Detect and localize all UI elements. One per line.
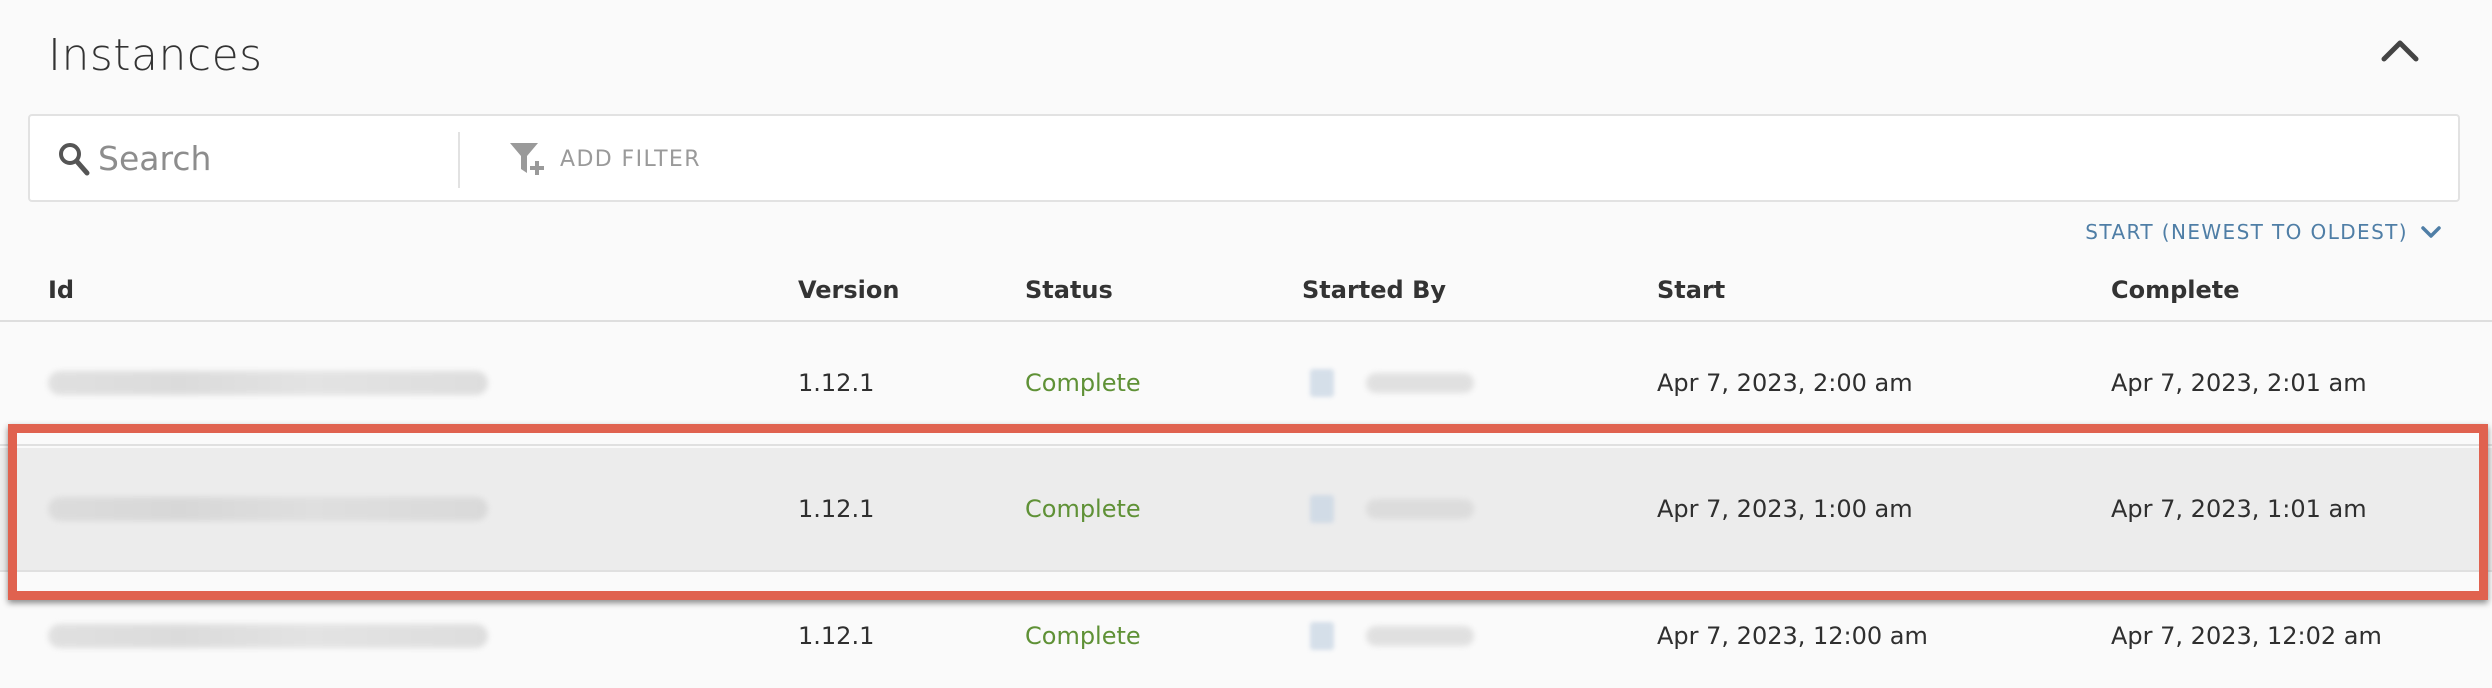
complete-cell: Apr 7, 2023, 12:02 am [2111, 622, 2382, 650]
complete-cell: Apr 7, 2023, 1:01 am [2111, 495, 2367, 523]
started-by-redacted [1366, 626, 1474, 646]
complete-cell: Apr 7, 2023, 2:01 am [2111, 369, 2367, 397]
version-cell: 1.12.1 [798, 495, 875, 523]
start-cell: Apr 7, 2023, 12:00 am [1657, 622, 1928, 650]
user-icon [1310, 369, 1334, 397]
search-divider [458, 132, 460, 188]
instance-id-redacted[interactable] [48, 624, 488, 648]
start-cell: Apr 7, 2023, 1:00 am [1657, 495, 1913, 523]
sort-label: START (NEWEST TO OLDEST) [2085, 220, 2408, 244]
column-header-status[interactable]: Status [1025, 276, 1113, 304]
search-field [30, 116, 460, 200]
search-icon [59, 143, 90, 176]
chevron-up-icon [2381, 40, 2419, 62]
started-by-redacted [1366, 373, 1474, 393]
user-icon [1310, 622, 1334, 650]
column-header-complete[interactable]: Complete [2111, 276, 2240, 304]
version-cell: 1.12.1 [798, 369, 875, 397]
filter-add-icon [510, 143, 544, 175]
column-header-version[interactable]: Version [798, 276, 899, 304]
chevron-down-icon [2421, 226, 2441, 238]
start-cell: Apr 7, 2023, 2:00 am [1657, 369, 1913, 397]
column-header-started-by[interactable]: Started By [1302, 276, 1446, 304]
status-cell: Complete [1025, 622, 1141, 650]
add-filter-label: ADD FILTER [560, 146, 701, 172]
instance-id-redacted[interactable] [48, 497, 488, 521]
column-header-id[interactable]: Id [48, 276, 74, 304]
status-cell: Complete [1025, 369, 1141, 397]
panel-title: Instances [48, 30, 263, 81]
sort-dropdown[interactable]: START (NEWEST TO OLDEST) [2085, 216, 2442, 248]
status-cell: Complete [1025, 495, 1141, 523]
started-by-redacted [1366, 499, 1474, 519]
add-filter-button[interactable]: ADD FILTER [508, 138, 701, 180]
table-header: Id Version Status Started By Start Compl… [0, 270, 2492, 322]
search-filter-bar: ADD FILTER [28, 114, 2460, 202]
column-header-start[interactable]: Start [1657, 276, 1725, 304]
user-icon [1310, 495, 1334, 523]
table-row[interactable]: 1.12.1 Complete Apr 7, 2023, 12:00 am Ap… [0, 574, 2492, 688]
table-row[interactable]: 1.12.1 Complete Apr 7, 2023, 2:00 am Apr… [0, 322, 2492, 446]
collapse-panel-button[interactable] [2372, 26, 2428, 74]
instance-id-redacted[interactable] [48, 371, 488, 395]
table-row[interactable]: 1.12.1 Complete Apr 7, 2023, 1:00 am Apr… [0, 448, 2492, 572]
version-cell: 1.12.1 [798, 622, 875, 650]
search-input[interactable] [98, 134, 438, 182]
